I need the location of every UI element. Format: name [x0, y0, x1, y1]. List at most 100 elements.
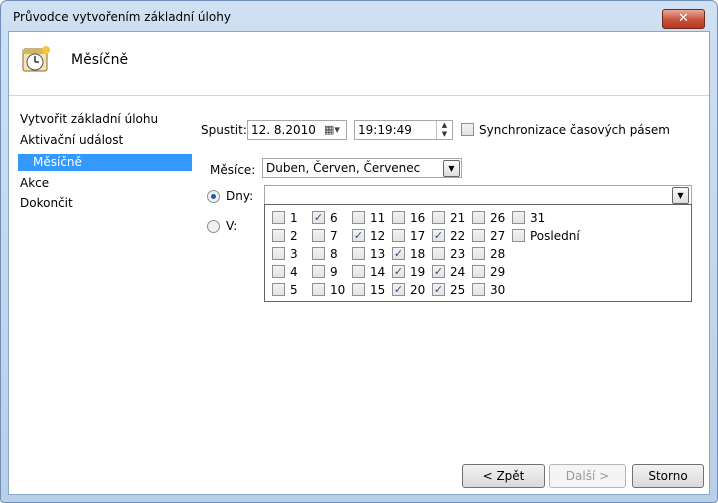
months-label: Měsíce: — [210, 163, 256, 177]
page-title: Měsíčně — [71, 52, 129, 68]
close-button[interactable]: ✕ — [662, 9, 705, 29]
day-label: 13 — [370, 247, 386, 261]
day-label: 27 — [490, 229, 506, 243]
start-date-value: 12. 8.2010 — [251, 123, 316, 137]
wizard-client-area: Měsíčně Vytvořit základní úlohu Aktivačn… — [8, 31, 710, 495]
nav-step-action[interactable]: Akce — [20, 176, 49, 190]
day-checkbox[interactable] — [432, 247, 445, 260]
day-label: 7 — [330, 229, 338, 243]
day-checkbox[interactable] — [512, 229, 525, 242]
day-checkbox[interactable]: ✓ — [432, 229, 445, 242]
day-label: 10 — [330, 283, 346, 297]
calendar-dropdown-icon[interactable]: ▦▾ — [320, 122, 344, 138]
day-label: 26 — [490, 211, 506, 225]
day-label: 18 — [410, 247, 426, 261]
day-checkbox[interactable] — [272, 229, 285, 242]
day-checkbox[interactable] — [432, 211, 445, 224]
on-label: V: — [226, 219, 238, 233]
day-label: 20 — [410, 283, 426, 297]
window-title: Průvodce vytvořením základní úlohy — [13, 10, 231, 24]
days-dropdown-icon[interactable]: ▼ — [672, 187, 689, 204]
spin-down-icon[interactable]: ▼ — [437, 130, 452, 139]
wizard-window: Průvodce vytvořením základní úlohy ✕ Měs… — [0, 0, 718, 503]
sync-timezones-checkbox[interactable] — [461, 123, 474, 136]
start-time-value: 19:19:49 — [358, 123, 412, 137]
day-label: 25 — [450, 283, 466, 297]
wizard-footer: < Zpět Další > Storno — [9, 450, 709, 494]
day-label: Poslední — [530, 229, 580, 243]
next-button[interactable]: Další > — [549, 464, 626, 488]
day-label: 29 — [490, 265, 506, 279]
day-checkbox[interactable]: ✓ — [392, 265, 405, 278]
days-radio[interactable] — [207, 190, 220, 203]
day-checkbox[interactable] — [472, 247, 485, 260]
day-checkbox[interactable]: ✓ — [432, 265, 445, 278]
day-label: 8 — [330, 247, 338, 261]
day-label: 11 — [370, 211, 386, 225]
day-checkbox[interactable] — [272, 211, 285, 224]
day-checkbox[interactable] — [312, 265, 325, 278]
clock-calendar-icon — [22, 46, 50, 72]
wizard-header: Měsíčně — [9, 32, 709, 96]
start-label: Spustit: — [201, 123, 247, 137]
day-label: 14 — [370, 265, 386, 279]
day-checkbox[interactable]: ✓ — [352, 229, 365, 242]
day-checkbox[interactable] — [312, 247, 325, 260]
day-checkbox[interactable] — [312, 229, 325, 242]
day-checkbox[interactable] — [512, 211, 525, 224]
day-checkbox[interactable] — [352, 265, 365, 278]
on-radio[interactable] — [207, 220, 220, 233]
nav-step-monthly[interactable]: Měsíčně — [18, 154, 192, 171]
day-checkbox[interactable] — [472, 265, 485, 278]
day-checkbox[interactable]: ✓ — [392, 283, 405, 296]
time-spinner[interactable]: ▲ ▼ — [436, 121, 452, 139]
back-button[interactable]: < Zpět — [462, 464, 545, 488]
nav-step-trigger[interactable]: Aktivační událost — [20, 133, 123, 147]
day-label: 3 — [290, 247, 298, 261]
start-time-field[interactable]: 19:19:49 ▲ ▼ — [354, 120, 453, 140]
day-checkbox[interactable] — [392, 229, 405, 242]
months-value: Duben, Červen, Červenec — [266, 161, 421, 175]
day-label: 9 — [330, 265, 338, 279]
day-checkbox[interactable] — [352, 247, 365, 260]
day-checkbox[interactable] — [272, 265, 285, 278]
day-checkbox[interactable] — [272, 247, 285, 260]
day-label: 1 — [290, 211, 298, 225]
day-label: 28 — [490, 247, 506, 261]
day-checkbox[interactable] — [472, 211, 485, 224]
day-label: 21 — [450, 211, 466, 225]
day-label: 19 — [410, 265, 426, 279]
day-checkbox[interactable]: ✓ — [392, 247, 405, 260]
nav-step-finish[interactable]: Dokončit — [20, 196, 73, 210]
cancel-button[interactable]: Storno — [632, 464, 704, 488]
day-label: 4 — [290, 265, 298, 279]
day-checkbox[interactable] — [352, 283, 365, 296]
day-label: 30 — [490, 283, 506, 297]
months-select[interactable]: Duben, Červen, Červenec ▼ — [262, 158, 462, 178]
day-checkbox[interactable] — [472, 229, 485, 242]
day-label: 12 — [370, 229, 386, 243]
days-label: Dny: — [226, 189, 254, 203]
day-checkbox[interactable]: ✓ — [432, 283, 445, 296]
nav-step-create-task[interactable]: Vytvořit základní úlohu — [20, 112, 158, 126]
day-label: 23 — [450, 247, 466, 261]
day-checkbox[interactable]: ✓ — [312, 211, 325, 224]
day-label: 17 — [410, 229, 426, 243]
day-label: 2 — [290, 229, 298, 243]
close-icon: ✕ — [678, 11, 689, 26]
sync-timezones-label: Synchronizace časových pásem — [479, 123, 670, 137]
months-dropdown-icon[interactable]: ▼ — [443, 160, 460, 177]
day-label: 24 — [450, 265, 466, 279]
spin-up-icon[interactable]: ▲ — [437, 121, 452, 130]
day-checkbox[interactable] — [392, 211, 405, 224]
day-label: 22 — [450, 229, 466, 243]
title-bar: Průvodce vytvořením základní úlohy ✕ — [1, 1, 717, 31]
day-label: 6 — [330, 211, 338, 225]
day-checkbox[interactable] — [312, 283, 325, 296]
day-checkbox[interactable] — [472, 283, 485, 296]
day-label: 16 — [410, 211, 426, 225]
days-select[interactable]: ▼ — [264, 185, 692, 205]
start-date-picker[interactable]: 12. 8.2010 ▦▾ — [247, 120, 347, 140]
day-checkbox[interactable] — [352, 211, 365, 224]
day-checkbox[interactable] — [272, 283, 285, 296]
